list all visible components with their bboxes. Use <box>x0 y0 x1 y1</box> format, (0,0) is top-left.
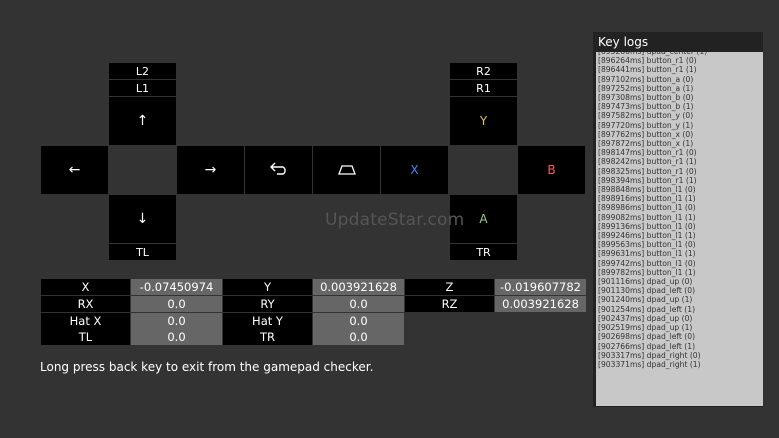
log-line: [901240ms] dpad_up (1) <box>598 295 693 305</box>
log-line: [898242ms] button_r1 (1) <box>598 157 697 167</box>
r2-button[interactable]: R2 <box>450 63 517 79</box>
axis-x-label: X <box>41 279 130 295</box>
log-line: [897308ms] button_b (0) <box>598 93 694 103</box>
axis-x-value: -0.07450974 <box>131 279 222 295</box>
log-line: [898394ms] button_r1 (1) <box>598 175 697 185</box>
trigger-tl-label: TL <box>41 329 130 345</box>
log-line: [899246ms] button_l1 (1) <box>598 231 696 241</box>
tr-button[interactable]: TR <box>450 244 517 260</box>
exit-hint: Long press back key to exit from the gam… <box>40 360 374 374</box>
axis-y-value: 0.003921628 <box>313 279 404 295</box>
log-line: [901116ms] dpad_up (0) <box>598 277 693 287</box>
tl-button[interactable]: TL <box>109 244 176 260</box>
log-line: [902766ms] dpad_left (1) <box>598 341 696 351</box>
axis-rz-label: RZ <box>405 296 494 312</box>
log-line: [899136ms] button_l1 (0) <box>598 221 696 231</box>
axis-rz-value: 0.003921628 <box>495 296 586 312</box>
trigger-tl-value: 0.0 <box>131 329 222 345</box>
log-line: [902698ms] dpad_left (0) <box>598 332 696 342</box>
axis-z-label: Z <box>405 279 494 295</box>
log-line: [903317ms] dpad_right (0) <box>598 350 701 360</box>
log-line: [898325ms] button_r1 (0) <box>598 166 697 176</box>
dpad-right-button[interactable]: → <box>177 146 244 194</box>
hat-y-label: Hat Y <box>223 313 312 329</box>
watermark: UpdateStar.com <box>325 210 465 230</box>
axis-rx-value: 0.0 <box>131 296 222 312</box>
r1-button[interactable]: R1 <box>450 80 517 96</box>
x-button[interactable]: X <box>381 146 448 194</box>
log-line: [897102ms] button_a (0) <box>598 74 694 84</box>
dpad-up-button[interactable]: ↑ <box>109 97 176 145</box>
a-label: A <box>479 212 488 226</box>
l2-button[interactable]: L2 <box>109 63 176 79</box>
log-line: [903371ms] dpad_right (1) <box>598 359 701 369</box>
b-label: B <box>547 163 556 177</box>
hat-x-label: Hat X <box>41 313 130 329</box>
key-logs-list[interactable]: [895280ms] dpad_center (1)[896264ms] but… <box>596 52 763 406</box>
log-line: [898986ms] button_l1 (0) <box>598 203 696 213</box>
key-logs-title: Key logs <box>598 35 649 49</box>
log-line: [897762ms] button_x (0) <box>598 129 694 139</box>
l1-button[interactable]: L1 <box>109 80 176 96</box>
trigger-tr-value: 0.0 <box>313 329 404 345</box>
home-icon <box>337 163 357 178</box>
axis-y-label: Y <box>223 279 312 295</box>
axis-rx-label: RX <box>41 296 130 312</box>
log-line: [898916ms] button_l1 (1) <box>598 194 696 204</box>
log-line: [896264ms] button_r1 (0) <box>598 56 697 66</box>
dpad-left-button[interactable]: ← <box>41 146 108 194</box>
hat-y-value: 0.0 <box>313 313 404 329</box>
y-button[interactable]: Y <box>450 97 517 145</box>
log-line: [896441ms] button_r1 (1) <box>598 65 697 75</box>
log-line: [901130ms] dpad_left (0) <box>598 286 696 296</box>
log-line: [897582ms] button_y (0) <box>598 111 694 121</box>
log-line: [898848ms] button_l1 (0) <box>598 185 696 195</box>
log-line: [902519ms] dpad_up (1) <box>598 323 693 333</box>
log-line: [897473ms] button_b (1) <box>598 102 694 112</box>
log-line: [898147ms] button_r1 (0) <box>598 148 697 158</box>
b-button[interactable]: B <box>518 146 585 194</box>
log-line: [899563ms] button_l1 (0) <box>598 240 696 250</box>
hat-x-value: 0.0 <box>131 313 222 329</box>
log-line: [902437ms] dpad_up (0) <box>598 313 693 323</box>
home-button[interactable] <box>313 146 380 194</box>
axis-ry-label: RY <box>223 296 312 312</box>
dpad-down-button[interactable]: ↓ <box>109 195 176 243</box>
log-line: [899782ms] button_l1 (1) <box>598 267 696 277</box>
y-label: Y <box>479 114 488 128</box>
back-button[interactable] <box>245 146 312 194</box>
log-line: [899742ms] button_l1 (0) <box>598 258 696 268</box>
back-icon <box>269 160 289 180</box>
log-line: [901254ms] dpad_left (1) <box>598 304 696 314</box>
log-line: [899631ms] button_l1 (1) <box>598 249 696 259</box>
axis-z-value: -0.019607782 <box>495 279 586 295</box>
log-line: [897872ms] button_x (1) <box>598 139 694 149</box>
axis-ry-value: 0.0 <box>313 296 404 312</box>
log-line: [897252ms] button_a (1) <box>598 83 694 93</box>
log-line: [897720ms] button_y (1) <box>598 120 694 130</box>
trigger-tr-label: TR <box>223 329 312 345</box>
log-line: [899082ms] button_l1 (1) <box>598 212 696 222</box>
x-label: X <box>410 163 419 177</box>
